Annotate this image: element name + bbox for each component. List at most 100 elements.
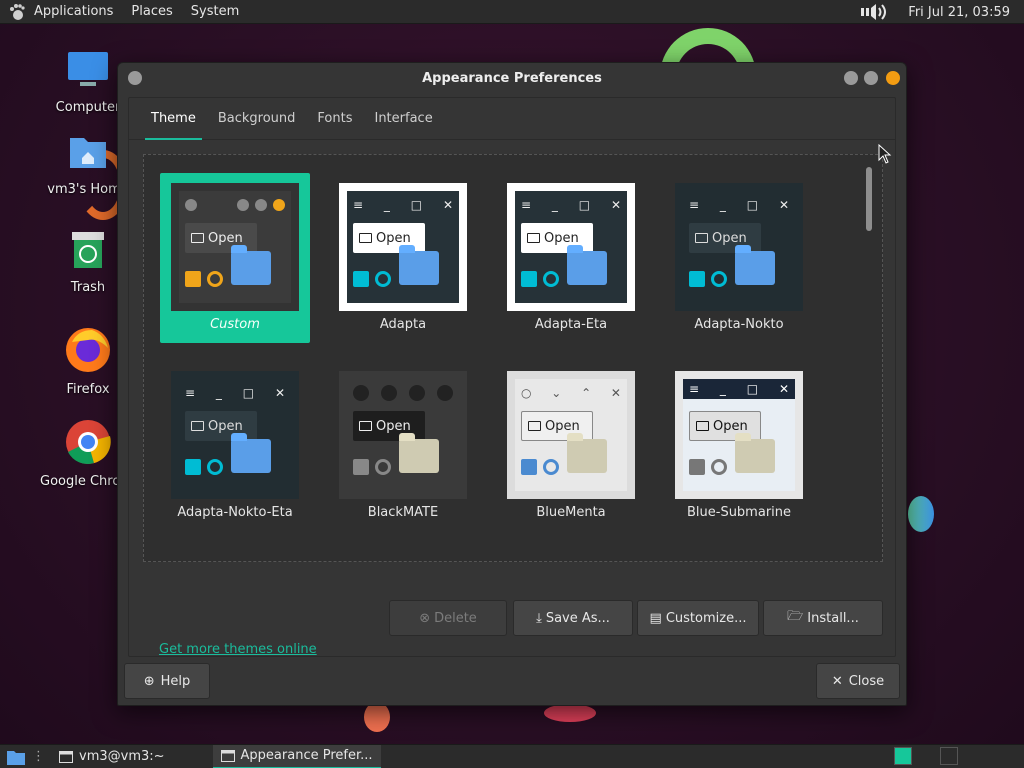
theme-name: Blue-Submarine	[686, 505, 792, 520]
volume-icon[interactable]	[860, 2, 894, 22]
minimize-button[interactable]	[844, 71, 858, 85]
customize-label: Customize...	[665, 610, 747, 626]
preview-checkbox	[689, 459, 705, 475]
preview-radio	[711, 271, 727, 287]
window-menu-button[interactable]	[128, 71, 142, 85]
theme-tile-adapta-nokto[interactable]: ≡ _ □ ✕ Open Adapta-Nokto	[664, 173, 814, 343]
preview-radio	[375, 459, 391, 475]
workspace-1[interactable]	[894, 747, 912, 765]
scrollbar-thumb[interactable]	[866, 167, 872, 231]
home-folder-icon	[70, 138, 106, 168]
folder-icon	[567, 439, 607, 473]
preview-radio	[543, 271, 559, 287]
delete-label: Delete	[434, 610, 477, 626]
preview-checkbox	[353, 459, 369, 475]
folder-open-icon	[695, 233, 708, 243]
download-icon: ⤓	[536, 610, 542, 626]
preview-titlebar-buttons: ≡ _ □ ✕	[521, 198, 621, 212]
preview-radio	[711, 459, 727, 475]
folder-open-icon	[528, 421, 541, 431]
customize-button[interactable]: ▤ Customize...	[637, 600, 759, 636]
theme-name: BlackMATE	[367, 505, 439, 520]
folder-icon	[399, 251, 439, 285]
preview-open-label: Open	[208, 230, 243, 246]
theme-tile-adapta-eta[interactable]: ≡ _ □ ✕ Open Adapta-Eta	[496, 173, 646, 343]
theme-name: Adapta-Nokto-Eta	[177, 505, 293, 520]
help-button[interactable]: ⊕ Help	[124, 663, 210, 699]
taskbar-handle[interactable]: ⋮	[32, 749, 45, 764]
get-more-themes-link[interactable]: Get more themes online	[159, 642, 317, 657]
preview-checkbox	[185, 459, 201, 475]
preview-open-label: Open	[544, 230, 579, 246]
tab-fonts[interactable]: Fonts	[307, 98, 362, 140]
window-icon	[220, 749, 235, 762]
theme-tile-bluementa[interactable]: ○ ⌄ ⌃ ✕ Open BlueMenta	[496, 361, 646, 531]
tab-interface[interactable]: Interface	[364, 98, 442, 140]
theme-preview: ≡ _ □ ✕ Open	[339, 183, 467, 311]
task-label: vm3@vm3:~	[79, 749, 165, 764]
preferences-notebook: Theme Background Fonts Interface Open Cus…	[128, 97, 896, 657]
folder-icon	[231, 439, 271, 473]
firefox-icon	[66, 328, 110, 372]
folder-open-icon: 🗁	[787, 609, 804, 624]
theme-name: Custom	[210, 317, 260, 332]
save-as-button[interactable]: ⤓ Save As...	[513, 600, 633, 636]
window-titlebar[interactable]: Appearance Preferences	[118, 63, 906, 93]
theme-name: Adapta	[379, 317, 427, 332]
maximize-button[interactable]	[864, 71, 878, 85]
mouse-cursor-icon	[878, 144, 892, 164]
tab-theme[interactable]: Theme	[141, 98, 206, 140]
install-label: Install...	[807, 610, 859, 626]
chrome-icon	[66, 420, 111, 464]
task-terminal[interactable]: vm3@vm3:~	[51, 745, 173, 768]
close-button[interactable]: ✕ Close	[816, 663, 900, 699]
theme-preview: ≡ _ □ ✕ Open	[675, 183, 803, 311]
theme-name: BlueMenta	[536, 505, 606, 520]
preview-checkbox	[185, 271, 201, 287]
task-appearance-preferences[interactable]: Appearance Prefer...	[212, 744, 381, 768]
close-label: Close	[848, 673, 885, 689]
save-as-label: Save As...	[545, 610, 610, 626]
theme-tile-adapta[interactable]: ≡ _ □ ✕ Open Adapta	[328, 173, 478, 343]
install-button[interactable]: 🗁 Install...	[763, 600, 883, 636]
gnome-foot-icon[interactable]	[8, 3, 26, 21]
menu-system[interactable]: System	[191, 4, 239, 19]
theme-tile-blue-submarine[interactable]: ≡ _ □ ✕ Open Blue-Submarine	[664, 361, 814, 531]
theme-tile-adapta-nokto-eta[interactable]: ≡ _ □ ✕ Open Adapta-Nokto-Eta	[160, 361, 310, 531]
tab-background[interactable]: Background	[208, 98, 306, 140]
theme-tile-custom[interactable]: Open Custom	[160, 173, 310, 343]
workspace-2[interactable]	[940, 747, 958, 765]
preview-radio	[375, 271, 391, 287]
preview-radio	[207, 271, 223, 287]
menu-applications[interactable]: Applications	[34, 4, 113, 19]
theme-list[interactable]: Open Custom ≡ _ □ ✕ Open Adapta ≡ _ □ ✕ Open Adapta-E…	[143, 154, 883, 562]
theme-preview: ○ ⌄ ⌃ ✕ Open	[507, 371, 635, 499]
theme-tile-blackmate[interactable]: Open BlackMATE	[328, 361, 478, 531]
wallpaper-drop-2	[364, 702, 390, 732]
folder-open-icon	[191, 421, 204, 431]
preview-titlebar-buttons: ○ ⌄ ⌃ ✕	[521, 386, 621, 400]
theme-preview: ≡ _ □ ✕ Open	[507, 183, 635, 311]
task-label: Appearance Prefer...	[240, 748, 373, 763]
preview-titlebar-buttons: ≡ _ □ ✕	[689, 198, 789, 212]
delete-icon: ⊗	[419, 610, 431, 626]
wallpaper-drop	[908, 496, 934, 532]
folder-icon	[567, 251, 607, 285]
close-icon: ✕	[831, 673, 843, 689]
theme-name: Adapta-Eta	[534, 317, 608, 332]
menu-places[interactable]: Places	[131, 4, 172, 19]
preview-open-label: Open	[376, 230, 411, 246]
folder-icon	[735, 439, 775, 473]
wallpaper-drop-3	[544, 704, 596, 722]
theme-list-scrollbar[interactable]	[866, 159, 874, 555]
folder-open-icon	[359, 233, 372, 243]
delete-button[interactable]: ⊗ Delete	[389, 600, 507, 636]
preview-titlebar-buttons	[353, 385, 453, 401]
panel-clock[interactable]: Fri Jul 21, 03:59	[908, 5, 1010, 20]
help-icon: ⊕	[143, 673, 155, 689]
show-desktop-icon[interactable]	[6, 748, 26, 766]
preview-open-label: Open	[713, 418, 748, 434]
folder-icon	[735, 251, 775, 285]
preview-open-label: Open	[545, 418, 580, 434]
close-window-button[interactable]	[886, 71, 900, 85]
